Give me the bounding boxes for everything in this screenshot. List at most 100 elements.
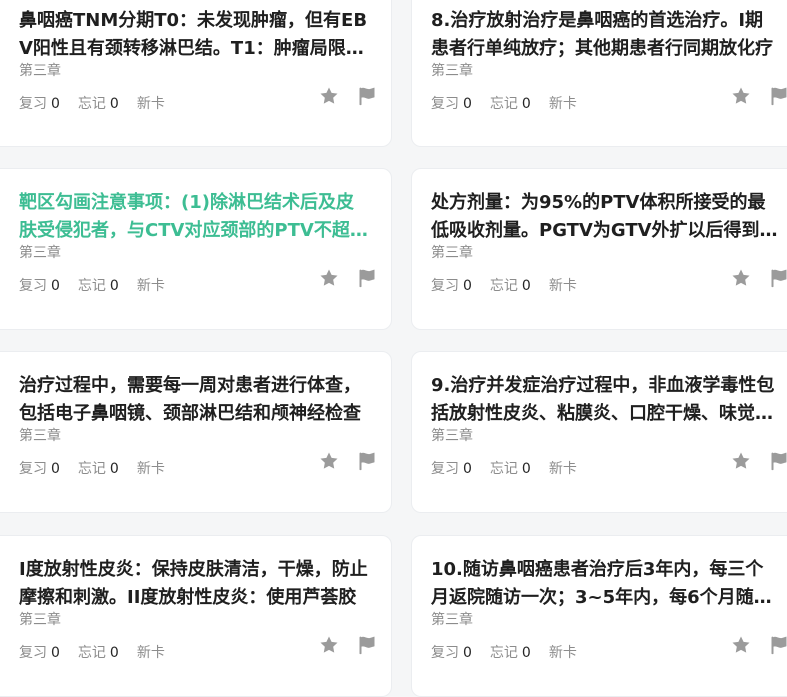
forget-label: 忘记 bbox=[77, 278, 106, 294]
review-count: 复习 0 bbox=[19, 644, 60, 662]
forget-count: 忘记 0 bbox=[490, 95, 531, 113]
review-value: 0 bbox=[463, 278, 472, 294]
card-actions bbox=[731, 635, 787, 655]
review-count: 复习 0 bbox=[19, 277, 60, 295]
new-card-label: 新卡 bbox=[548, 96, 577, 112]
review-count: 复习 0 bbox=[431, 644, 472, 662]
review-count: 复习 0 bbox=[19, 95, 60, 113]
flag-icon[interactable] bbox=[357, 451, 377, 471]
new-card-label: 新卡 bbox=[136, 461, 165, 477]
flashcard[interactable]: 鼻咽癌TNM分期T0：未发现肿瘤，但有EBV阳性且有颈转移淋巴结。T1：肿瘤局限… bbox=[0, 0, 392, 147]
card-title[interactable]: 鼻咽癌TNM分期T0：未发现肿瘤，但有EBV阳性且有颈转移淋巴结。T1：肿瘤局限… bbox=[19, 7, 369, 63]
star-icon[interactable] bbox=[731, 451, 751, 471]
card-chapter: 第三章 bbox=[431, 245, 473, 261]
star-icon[interactable] bbox=[319, 86, 339, 106]
star-icon[interactable] bbox=[319, 268, 339, 288]
card-actions bbox=[319, 635, 377, 655]
review-value: 0 bbox=[463, 645, 472, 661]
flashcard[interactable]: 10.随访鼻咽癌患者治疗后3年内，每三个月返院随访一次；3~5年内，每6个月随访… bbox=[411, 535, 787, 697]
new-card-label: 新卡 bbox=[136, 278, 165, 294]
card-title[interactable]: 靶区勾画注意事项：(1)除淋巴结术后及皮肤受侵犯者，与CTV对应颈部的PTV不超… bbox=[19, 189, 369, 245]
review-value: 0 bbox=[51, 96, 60, 112]
new-card-label: 新卡 bbox=[548, 461, 577, 477]
flashcard[interactable]: 治疗过程中，需要每一周对患者进行体查，包括电子鼻咽镜、颈部淋巴结和颅神经检查 第… bbox=[0, 351, 392, 513]
card-actions bbox=[731, 268, 787, 288]
new-card-label: 新卡 bbox=[136, 645, 165, 661]
forget-label: 忘记 bbox=[489, 461, 518, 477]
forget-count: 忘记 0 bbox=[78, 460, 119, 478]
review-value: 0 bbox=[463, 461, 472, 477]
flashcard[interactable]: 处方剂量：为95%的PTV体积所接受的最低吸收剂量。PGTV为GTV外扩以后得到… bbox=[411, 168, 787, 330]
review-count: 复习 0 bbox=[431, 460, 472, 478]
forget-value: 0 bbox=[521, 645, 531, 661]
flag-icon[interactable] bbox=[769, 268, 787, 288]
flag-icon[interactable] bbox=[769, 635, 787, 655]
card-actions bbox=[731, 86, 787, 106]
forget-value: 0 bbox=[109, 96, 119, 112]
card-title[interactable]: 8.治疗放射治疗是鼻咽癌的首选治疗。I期患者行单纯放疗；其他期患者行同期放化疗 bbox=[431, 7, 780, 63]
star-icon[interactable] bbox=[731, 268, 751, 288]
forget-label: 忘记 bbox=[489, 96, 518, 112]
review-value: 0 bbox=[51, 278, 60, 294]
flag-icon[interactable] bbox=[769, 451, 787, 471]
card-chapter: 第三章 bbox=[19, 63, 61, 79]
card-title[interactable]: 治疗过程中，需要每一周对患者进行体查，包括电子鼻咽镜、颈部淋巴结和颅神经检查 bbox=[19, 372, 369, 428]
forget-count: 忘记 0 bbox=[78, 644, 119, 662]
forget-value: 0 bbox=[109, 461, 119, 477]
flag-icon[interactable] bbox=[357, 635, 377, 655]
star-icon[interactable] bbox=[731, 635, 751, 655]
forget-value: 0 bbox=[521, 96, 531, 112]
review-count: 复习 0 bbox=[431, 95, 472, 113]
review-count: 复习 0 bbox=[431, 277, 472, 295]
flashcard[interactable]: 9.治疗并发症治疗过程中，非血液学毒性包括放射性皮炎、粘膜炎、口腔干燥、味觉改变… bbox=[411, 351, 787, 513]
new-card-label: 新卡 bbox=[548, 645, 577, 661]
card-title[interactable]: 10.随访鼻咽癌患者治疗后3年内，每三个月返院随访一次；3~5年内，每6个月随访… bbox=[431, 556, 780, 612]
review-value: 0 bbox=[463, 96, 472, 112]
card-chapter: 第三章 bbox=[431, 612, 473, 628]
flashcard[interactable]: 靶区勾画注意事项：(1)除淋巴结术后及皮肤受侵犯者，与CTV对应颈部的PTV不超… bbox=[0, 168, 392, 330]
card-chapter: 第三章 bbox=[431, 63, 473, 79]
flag-icon[interactable] bbox=[357, 268, 377, 288]
card-actions bbox=[319, 268, 377, 288]
flashcard[interactable]: I度放射性皮炎：保持皮肤清洁，干燥，防止摩擦和刺激。II度放射性皮炎：使用芦荟胶… bbox=[0, 535, 392, 697]
forget-label: 忘记 bbox=[489, 278, 518, 294]
forget-value: 0 bbox=[109, 645, 119, 661]
flag-icon[interactable] bbox=[357, 86, 377, 106]
card-stats: 复习 0 忘记 0 新卡 bbox=[431, 460, 577, 478]
star-icon[interactable] bbox=[319, 451, 339, 471]
card-actions bbox=[319, 86, 377, 106]
review-label: 复习 bbox=[19, 278, 47, 294]
review-label: 复习 bbox=[431, 461, 459, 477]
card-stats: 复习 0 忘记 0 新卡 bbox=[19, 277, 165, 295]
forget-label: 忘记 bbox=[77, 96, 106, 112]
card-actions bbox=[319, 451, 377, 471]
flag-icon[interactable] bbox=[769, 86, 787, 106]
card-chapter: 第三章 bbox=[19, 612, 61, 628]
star-icon[interactable] bbox=[319, 635, 339, 655]
review-value: 0 bbox=[51, 461, 60, 477]
card-stats: 复习 0 忘记 0 新卡 bbox=[19, 95, 165, 113]
card-actions bbox=[731, 451, 787, 471]
card-chapter: 第三章 bbox=[431, 428, 473, 444]
new-card-label: 新卡 bbox=[136, 96, 165, 112]
card-title[interactable]: 处方剂量：为95%的PTV体积所接受的最低吸收剂量。PGTV为GTV外扩以后得到… bbox=[431, 189, 780, 245]
review-count: 复习 0 bbox=[19, 460, 60, 478]
forget-count: 忘记 0 bbox=[78, 95, 119, 113]
card-stats: 复习 0 忘记 0 新卡 bbox=[431, 644, 577, 662]
review-label: 复习 bbox=[431, 96, 459, 112]
review-label: 复习 bbox=[19, 96, 47, 112]
flashcard[interactable]: 8.治疗放射治疗是鼻咽癌的首选治疗。I期患者行单纯放疗；其他期患者行同期放化疗 … bbox=[411, 0, 787, 147]
forget-count: 忘记 0 bbox=[490, 277, 531, 295]
card-stats: 复习 0 忘记 0 新卡 bbox=[431, 95, 577, 113]
card-title[interactable]: 9.治疗并发症治疗过程中，非血液学毒性包括放射性皮炎、粘膜炎、口腔干燥、味觉改变 bbox=[431, 372, 780, 428]
card-stats: 复习 0 忘记 0 新卡 bbox=[431, 277, 577, 295]
review-value: 0 bbox=[51, 645, 60, 661]
forget-label: 忘记 bbox=[489, 645, 518, 661]
card-title[interactable]: I度放射性皮炎：保持皮肤清洁，干燥，防止摩擦和刺激。II度放射性皮炎：使用芦荟胶 bbox=[19, 556, 369, 612]
forget-count: 忘记 0 bbox=[490, 460, 531, 478]
forget-count: 忘记 0 bbox=[78, 277, 119, 295]
forget-value: 0 bbox=[109, 278, 119, 294]
star-icon[interactable] bbox=[731, 86, 751, 106]
new-card-label: 新卡 bbox=[548, 278, 577, 294]
card-stats: 复习 0 忘记 0 新卡 bbox=[19, 644, 165, 662]
